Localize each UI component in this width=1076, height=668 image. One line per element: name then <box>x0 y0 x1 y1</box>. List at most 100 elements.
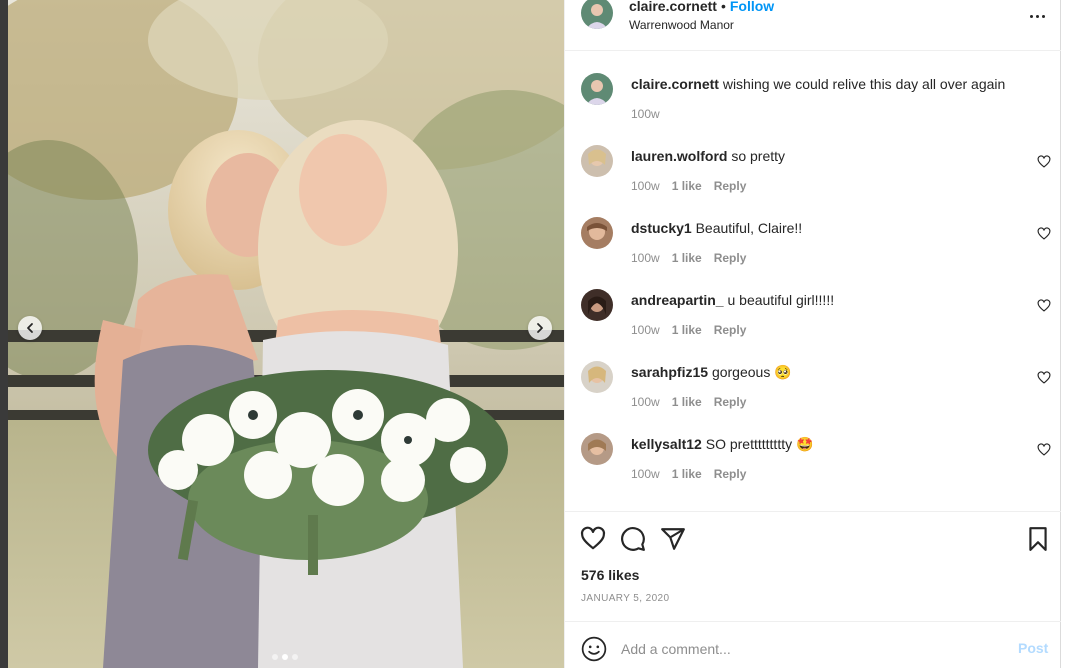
comment-age[interactable]: 100w <box>631 395 660 409</box>
comment-meta: 100w 1 like Reply <box>631 251 746 265</box>
avatar-image <box>581 73 613 105</box>
comment-username[interactable]: andreapartin_ <box>631 292 724 308</box>
comment-like-count[interactable]: 1 like <box>672 395 702 409</box>
comment-like-count[interactable]: 1 like <box>672 179 702 193</box>
comment-like-heart-icon[interactable] <box>1037 371 1051 385</box>
author-avatar[interactable] <box>581 73 613 105</box>
commenter-avatar[interactable] <box>581 289 613 321</box>
carousel-dot <box>272 654 278 660</box>
post-photo[interactable] <box>8 0 564 668</box>
comment-body: so pretty <box>731 148 786 164</box>
avatar-image <box>581 0 613 29</box>
comment-bubble-icon[interactable] <box>620 526 646 552</box>
comment-reply-button[interactable]: Reply <box>714 179 747 193</box>
comment-meta: 100w 1 like Reply <box>631 395 746 409</box>
comment-like-heart-icon[interactable] <box>1037 155 1051 169</box>
comment-age[interactable]: 100w <box>631 251 660 265</box>
more-options-button[interactable] <box>1025 8 1049 24</box>
comment-username[interactable]: kellysalt12 <box>631 436 702 452</box>
header-user-line: claire.cornett • Follow <box>629 0 774 14</box>
comment-username[interactable]: lauren.wolford <box>631 148 727 164</box>
save-bookmark-icon[interactable] <box>1025 526 1051 552</box>
emoji-icon[interactable] <box>581 636 607 662</box>
like-count[interactable]: 576 likes <box>581 567 639 583</box>
comment-age[interactable]: 100w <box>631 467 660 481</box>
commenter-avatar[interactable] <box>581 145 613 177</box>
comment-text: sarahpfiz15 gorgeous 🥺 <box>631 363 792 381</box>
comment-username[interactable]: sarahpfiz15 <box>631 364 708 380</box>
comment-reply-button[interactable]: Reply <box>714 323 747 337</box>
comment-reply-button[interactable]: Reply <box>714 467 747 481</box>
wedding-photo <box>8 0 564 668</box>
caption-username[interactable]: claire.cornett <box>631 76 719 92</box>
comments-list[interactable]: claire.cornett wishing we could relive t… <box>565 52 1062 511</box>
like-heart-icon[interactable] <box>580 526 606 552</box>
comment-age[interactable]: 100w <box>631 179 660 193</box>
follow-button[interactable]: Follow <box>730 0 774 14</box>
comment-like-count[interactable]: 1 like <box>672 467 702 481</box>
post-comment-button[interactable]: Post <box>1018 640 1048 656</box>
comment-like-heart-icon[interactable] <box>1037 443 1051 457</box>
avatar-image <box>581 217 613 249</box>
post-header: claire.cornett • Follow Warrenwood Manor <box>565 0 1062 51</box>
caption-body: wishing we could relive this day all ove… <box>722 76 1006 92</box>
comment-item: lauren.wolford so pretty 100w 1 like Rep… <box>565 124 1062 196</box>
comment-reply-button[interactable]: Reply <box>714 395 747 409</box>
comment-text: lauren.wolford so pretty <box>631 147 785 165</box>
author-avatar[interactable] <box>581 0 613 29</box>
share-paper-plane-icon[interactable] <box>660 526 686 552</box>
comment-body: SO prettttttttty 🤩 <box>705 436 814 452</box>
avatar-image <box>581 361 613 393</box>
post-actions: 576 likes JANUARY 5, 2020 <box>565 511 1062 621</box>
avatar-image <box>581 289 613 321</box>
chevron-left-icon <box>27 323 33 333</box>
add-comment-bar: Post <box>565 621 1062 668</box>
comment-age[interactable]: 100w <box>631 323 660 337</box>
caption-meta: 100w <box>631 107 660 121</box>
carousel-dot-active <box>282 654 288 660</box>
comment-text: dstucky1 Beautiful, Claire!! <box>631 219 802 237</box>
comment-like-heart-icon[interactable] <box>1037 227 1051 241</box>
chevron-right-icon <box>537 323 543 333</box>
comment-like-count[interactable]: 1 like <box>672 323 702 337</box>
comment-meta: 100w 1 like Reply <box>631 323 746 337</box>
author-username[interactable]: claire.cornett <box>629 0 717 14</box>
comment-like-heart-icon[interactable] <box>1037 299 1051 313</box>
comment-body: Beautiful, Claire!! <box>695 220 803 236</box>
comment-text: kellysalt12 SO prettttttttty 🤩 <box>631 435 813 453</box>
more-horizontal-icon <box>1041 14 1045 18</box>
caption-text: claire.cornett wishing we could relive t… <box>631 75 1005 93</box>
comment-input[interactable] <box>621 638 1001 660</box>
comment-text: andreapartin_ u beautiful girl!!!!! <box>631 291 834 309</box>
comment-body: gorgeous 🥺 <box>711 364 792 380</box>
post-panel: claire.cornett • Follow Warrenwood Manor c… <box>564 0 1062 668</box>
more-horizontal-icon <box>1035 14 1039 18</box>
comment-item: andreapartin_ u beautiful girl!!!!! 100w… <box>565 268 1062 340</box>
comment-meta: 100w 1 like Reply <box>631 467 746 481</box>
comment-item: dstucky1 Beautiful, Claire!! 100w 1 like… <box>565 196 1062 268</box>
caption-age[interactable]: 100w <box>631 107 660 121</box>
comment-reply-button[interactable]: Reply <box>714 251 747 265</box>
avatar-image <box>581 145 613 177</box>
post-location[interactable]: Warrenwood Manor <box>629 18 734 32</box>
commenter-avatar[interactable] <box>581 361 613 393</box>
carousel-prev-button[interactable] <box>18 316 42 340</box>
separator-dot: • <box>720 0 726 14</box>
page-margin <box>1061 0 1076 668</box>
comment-item: sarahpfiz15 gorgeous 🥺 100w 1 like Reply <box>565 340 1062 412</box>
avatar-image <box>581 433 613 465</box>
comment-username[interactable]: dstucky1 <box>631 220 692 236</box>
comment-body: u beautiful girl!!!!! <box>727 292 835 308</box>
carousel-dot <box>292 654 298 660</box>
comment-item: kellysalt12 SO prettttttttty 🤩 100w 1 li… <box>565 412 1062 484</box>
more-horizontal-icon <box>1029 14 1033 18</box>
comment-meta: 100w 1 like Reply <box>631 179 746 193</box>
window-edge <box>0 0 8 668</box>
carousel-next-button[interactable] <box>528 316 552 340</box>
post-date[interactable]: JANUARY 5, 2020 <box>581 593 669 604</box>
commenter-avatar[interactable] <box>581 433 613 465</box>
carousel-indicator <box>272 654 298 660</box>
commenter-avatar[interactable] <box>581 217 613 249</box>
caption: claire.cornett wishing we could relive t… <box>565 52 1062 124</box>
comment-like-count[interactable]: 1 like <box>672 251 702 265</box>
